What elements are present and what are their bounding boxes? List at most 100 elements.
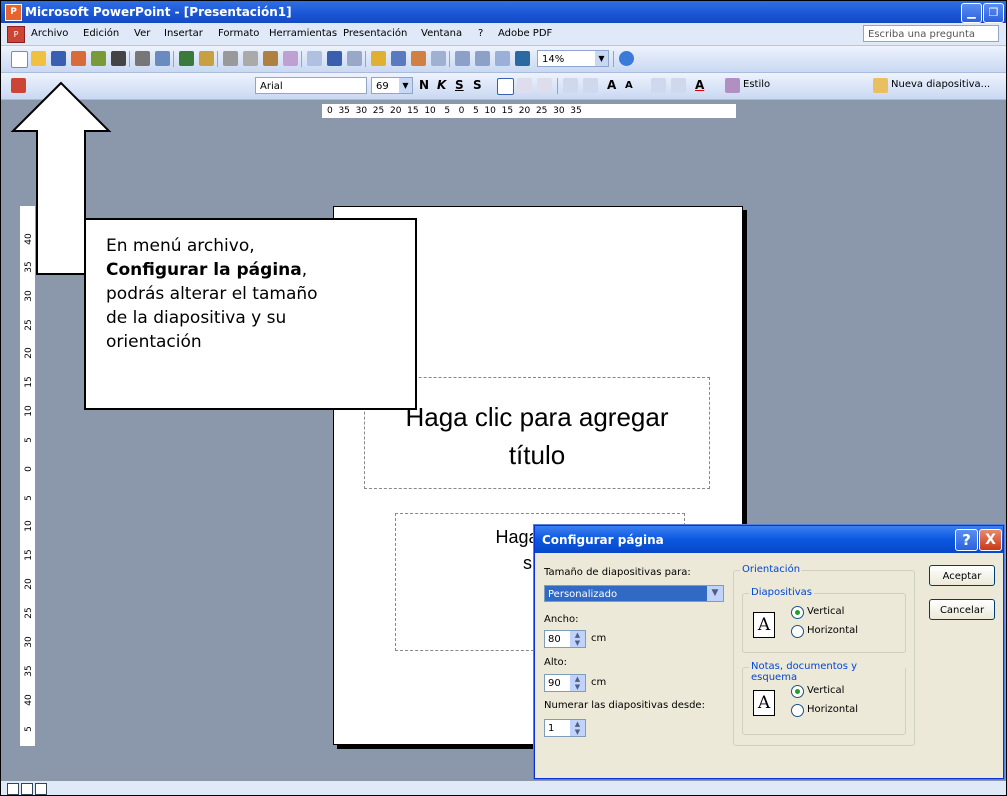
underline-button[interactable]: S — [455, 78, 464, 92]
annotation-callout: En menú archivo, Configurar la página, p… — [84, 218, 417, 410]
ok-button[interactable]: Aceptar — [929, 565, 995, 586]
help-icon[interactable] — [619, 51, 634, 66]
slides-vertical-radio[interactable] — [791, 606, 804, 619]
new-slide-icon — [873, 78, 888, 93]
numbering-icon[interactable] — [563, 78, 578, 93]
width-stepper[interactable]: 80 ▲ ▼ — [544, 630, 586, 648]
number-from-label: Numerar las diapositivas desde: — [544, 700, 705, 711]
design-icon[interactable] — [725, 78, 740, 93]
increase-indent-icon[interactable] — [671, 78, 686, 93]
show-grid-icon[interactable] — [495, 51, 510, 66]
notes-orientation-group: Notas, documentos y esquema A Vertical H… — [742, 661, 906, 735]
title-line-2: título — [508, 440, 566, 470]
align-right-icon[interactable] — [537, 78, 552, 93]
font-color-button[interactable]: A — [695, 78, 704, 92]
page-setup-dialog: Configurar página ? X Tamaño de diaposit… — [534, 525, 1004, 779]
view-bar — [1, 781, 1006, 795]
shadow-button[interactable]: S — [473, 78, 482, 92]
insert-diagram-icon[interactable] — [431, 51, 446, 66]
color-grayscale-icon[interactable] — [515, 51, 530, 66]
separator — [449, 51, 450, 67]
grow-font-button[interactable]: A — [607, 78, 616, 92]
callout-line-2: Configurar la página, — [106, 258, 415, 282]
separator — [557, 78, 558, 94]
ruler-tick: 10 — [24, 520, 34, 532]
close-button[interactable]: X — [979, 529, 1002, 551]
chevron-down-icon: ▼ — [595, 51, 608, 66]
width-unit: cm — [591, 633, 607, 644]
slides-orientation-group: Diapositivas A Vertical Horizontal — [742, 587, 906, 653]
ruler-tick: 5 — [24, 495, 34, 501]
notes-group-label: Notas, documentos y esquema — [749, 661, 905, 683]
italic-button[interactable]: K — [437, 78, 446, 92]
ask-question-input[interactable]: Escriba una pregunta — [863, 25, 999, 42]
ruler-tick: 30 — [24, 636, 34, 648]
slide-sorter-icon[interactable] — [21, 783, 33, 795]
notes-vertical-label[interactable]: Vertical — [807, 685, 844, 696]
bullets-icon[interactable] — [583, 78, 598, 93]
ruler-tick: 0 — [24, 466, 34, 472]
separator — [613, 51, 614, 67]
callout-line-5: orientación — [106, 332, 202, 352]
expand-all-icon[interactable] — [455, 51, 470, 66]
ruler-tick: 5 — [24, 726, 34, 732]
width-value: 80 — [548, 634, 561, 645]
zoom-value: 14% — [542, 54, 565, 65]
spin-arrows-icon[interactable]: ▲ ▼ — [570, 720, 585, 736]
decrease-indent-icon[interactable] — [651, 78, 666, 93]
height-unit: cm — [591, 677, 607, 688]
normal-view-icon[interactable] — [7, 783, 19, 795]
height-stepper[interactable]: 90 ▲ ▼ — [544, 674, 586, 692]
notes-horizontal-radio[interactable] — [791, 704, 804, 717]
callout-line-3: podrás alterar el tamaño — [106, 284, 318, 304]
help-button[interactable]: ? — [955, 529, 978, 551]
ruler-tick: 40 — [24, 694, 34, 706]
callout-bold-text: Configurar la página — [106, 260, 302, 280]
ruler-tick: 35 — [24, 665, 34, 677]
zoom-select[interactable]: 14% ▼ — [537, 50, 609, 67]
orientation-group: Orientación Diapositivas A Vertical Hori… — [733, 564, 915, 746]
align-left-icon[interactable] — [497, 78, 514, 95]
spin-arrows-icon[interactable]: ▲ ▼ — [570, 631, 585, 647]
cancel-button[interactable]: Cancelar — [929, 599, 995, 620]
slides-vertical-label[interactable]: Vertical — [807, 606, 844, 617]
callout-line-4: de la diapositiva y su — [106, 308, 287, 328]
notes-vertical-radio[interactable] — [791, 685, 804, 698]
restore-button[interactable]: ❐ — [983, 3, 1004, 23]
minimize-button[interactable]: ▁ — [961, 3, 982, 23]
show-formatting-icon[interactable] — [475, 51, 490, 66]
ruler-tick: 20 — [24, 578, 34, 590]
new-slide-button[interactable]: Nueva diapositiva... — [891, 79, 990, 90]
width-label: Ancho: — [544, 614, 579, 625]
callout-line-1: En menú archivo, — [106, 236, 255, 256]
slides-group-label: Diapositivas — [749, 587, 815, 598]
shrink-font-button[interactable]: A — [625, 80, 633, 91]
slide-size-value: Personalizado — [548, 589, 618, 600]
height-value: 90 — [548, 678, 561, 689]
ruler-tick: 25 — [24, 607, 34, 619]
style-button[interactable]: Estilo — [743, 79, 770, 90]
notes-horizontal-label[interactable]: Horizontal — [807, 704, 858, 715]
portrait-page-icon: A — [753, 690, 775, 716]
callout-comma: , — [301, 260, 308, 280]
slides-horizontal-label[interactable]: Horizontal — [807, 625, 858, 636]
number-from-value: 1 — [548, 723, 555, 734]
ruler-tick: 5 — [24, 437, 34, 443]
number-from-stepper[interactable]: 1 ▲ ▼ — [544, 719, 586, 737]
slide-size-label: Tamaño de diapositivas para: — [544, 567, 691, 578]
chevron-down-icon: ▼ — [707, 586, 723, 601]
align-center-icon[interactable] — [517, 78, 532, 93]
height-label: Alto: — [544, 657, 568, 668]
ruler-tick: 15 — [24, 549, 34, 561]
menu-ventana[interactable]: Ventana — [421, 28, 462, 39]
slides-horizontal-radio[interactable] — [791, 625, 804, 638]
dialog-title: Configurar página — [542, 533, 664, 547]
orientation-label: Orientación — [740, 564, 803, 575]
dialog-title-bar: Configurar página ? X — [535, 526, 1003, 553]
slide-size-select[interactable]: Personalizado ▼ — [544, 585, 724, 602]
spin-arrows-icon[interactable]: ▲ ▼ — [570, 675, 585, 691]
menu-adobe-pdf[interactable]: Adobe PDF — [498, 28, 552, 39]
powerpoint-window: P Microsoft PowerPoint - [Presentación1]… — [0, 0, 1007, 796]
menu-ayuda[interactable]: ? — [478, 28, 483, 39]
slide-show-icon[interactable] — [35, 783, 47, 795]
